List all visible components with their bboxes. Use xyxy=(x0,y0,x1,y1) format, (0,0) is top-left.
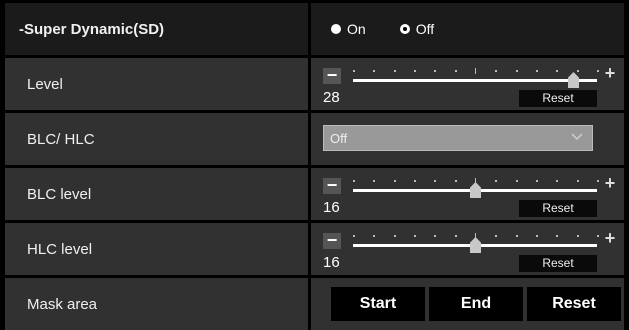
radio-off[interactable]: Off xyxy=(399,21,435,37)
chevron-down-icon xyxy=(571,133,583,141)
hlc-level-row: HLC level − + 16 Reset xyxy=(0,223,629,275)
super-dynamic-radio-group: On Off xyxy=(331,3,468,55)
blc-level-reset-button[interactable]: Reset xyxy=(519,200,597,217)
slider-tick xyxy=(394,70,396,72)
slider-tick xyxy=(597,180,599,182)
level-label: Level xyxy=(5,58,308,110)
slider-tick xyxy=(597,70,599,72)
level-plus-button[interactable]: + xyxy=(601,64,619,82)
blc-hlc-selected-value: Off xyxy=(330,130,348,146)
blc-level-row: BLC level − + 16 Reset xyxy=(0,168,629,220)
level-value: 28 xyxy=(323,89,340,106)
slider-tick xyxy=(394,180,396,182)
slider-tick xyxy=(577,70,579,72)
radio-on-dot[interactable] xyxy=(331,24,341,34)
super-dynamic-control: On Off xyxy=(311,3,624,55)
slider-tick xyxy=(556,70,558,72)
level-control: − + 28 Reset xyxy=(311,58,624,110)
level-slider-ticks xyxy=(353,68,599,74)
mask-reset-button[interactable]: Reset xyxy=(527,287,621,321)
blc-level-label: BLC level xyxy=(5,168,308,220)
level-slider-track[interactable] xyxy=(353,79,597,82)
slider-tick xyxy=(373,235,375,237)
hlc-level-slider[interactable]: − + xyxy=(323,229,619,253)
slider-tick xyxy=(475,68,476,74)
slider-tick xyxy=(516,180,518,182)
hlc-level-control: − + 16 Reset xyxy=(311,223,624,275)
radio-off-label: Off xyxy=(415,21,435,37)
slider-tick xyxy=(394,235,396,237)
slider-tick xyxy=(414,70,416,72)
blc-level-control: − + 16 Reset xyxy=(311,168,624,220)
mask-area-label: Mask area xyxy=(5,278,308,330)
hlc-level-value: 16 xyxy=(323,254,340,271)
blc-hlc-row: BLC/ HLC Off xyxy=(0,113,629,165)
radio-on[interactable]: On xyxy=(331,21,366,37)
slider-tick xyxy=(516,70,518,72)
slider-tick xyxy=(556,235,558,237)
slider-tick xyxy=(434,235,436,237)
blc-hlc-select[interactable]: Off xyxy=(323,125,593,151)
blc-hlc-label: BLC/ HLC xyxy=(5,113,308,165)
slider-tick xyxy=(577,235,579,237)
slider-tick xyxy=(536,70,538,72)
level-slider-thumb[interactable] xyxy=(568,72,579,88)
slider-tick xyxy=(556,180,558,182)
slider-tick xyxy=(495,70,497,72)
slider-tick xyxy=(414,235,416,237)
mask-start-button[interactable]: Start xyxy=(331,287,425,321)
slider-tick xyxy=(353,70,355,72)
radio-off-dot[interactable] xyxy=(399,24,410,34)
blc-level-slider-thumb[interactable] xyxy=(470,182,481,198)
slider-tick xyxy=(455,70,457,72)
level-reset-button[interactable]: Reset xyxy=(519,90,597,107)
level-row: Level − + 28 Reset xyxy=(0,58,629,110)
mask-area-buttons: Start End Reset xyxy=(311,278,624,330)
blc-level-slider[interactable]: − + xyxy=(323,174,619,198)
hlc-level-slider-thumb[interactable] xyxy=(470,237,481,253)
level-slider[interactable]: − + xyxy=(323,64,619,88)
slider-tick xyxy=(373,180,375,182)
blc-level-value: 16 xyxy=(323,199,340,216)
hlc-level-label: HLC level xyxy=(5,223,308,275)
hlc-level-plus-button[interactable]: + xyxy=(601,229,619,247)
slider-tick xyxy=(577,180,579,182)
slider-tick xyxy=(455,180,457,182)
slider-tick xyxy=(495,235,497,237)
slider-tick xyxy=(414,180,416,182)
slider-tick xyxy=(353,235,355,237)
mask-end-button[interactable]: End xyxy=(429,287,523,321)
slider-tick xyxy=(373,70,375,72)
radio-on-label: On xyxy=(347,21,366,37)
level-minus-button[interactable]: − xyxy=(323,66,341,84)
super-dynamic-row: -Super Dynamic(SD) On Off xyxy=(0,3,629,55)
slider-tick xyxy=(495,180,497,182)
super-dynamic-label: -Super Dynamic(SD) xyxy=(5,3,308,55)
hlc-level-reset-button[interactable]: Reset xyxy=(519,255,597,272)
hlc-level-minus-button[interactable]: − xyxy=(323,231,341,249)
super-dynamic-panel: -Super Dynamic(SD) On Off Level − + 28 R… xyxy=(0,0,629,330)
slider-tick xyxy=(536,180,538,182)
slider-tick xyxy=(536,235,538,237)
slider-tick xyxy=(597,235,599,237)
slider-tick xyxy=(434,70,436,72)
slider-tick xyxy=(516,235,518,237)
slider-tick xyxy=(353,180,355,182)
mask-area-row: Mask area Start End Reset xyxy=(0,278,629,330)
blc-level-plus-button[interactable]: + xyxy=(601,174,619,192)
blc-level-minus-button[interactable]: − xyxy=(323,176,341,194)
slider-tick xyxy=(455,235,457,237)
slider-tick xyxy=(434,180,436,182)
mask-area-control: Start End Reset xyxy=(311,278,624,330)
blc-hlc-control: Off xyxy=(311,113,624,165)
